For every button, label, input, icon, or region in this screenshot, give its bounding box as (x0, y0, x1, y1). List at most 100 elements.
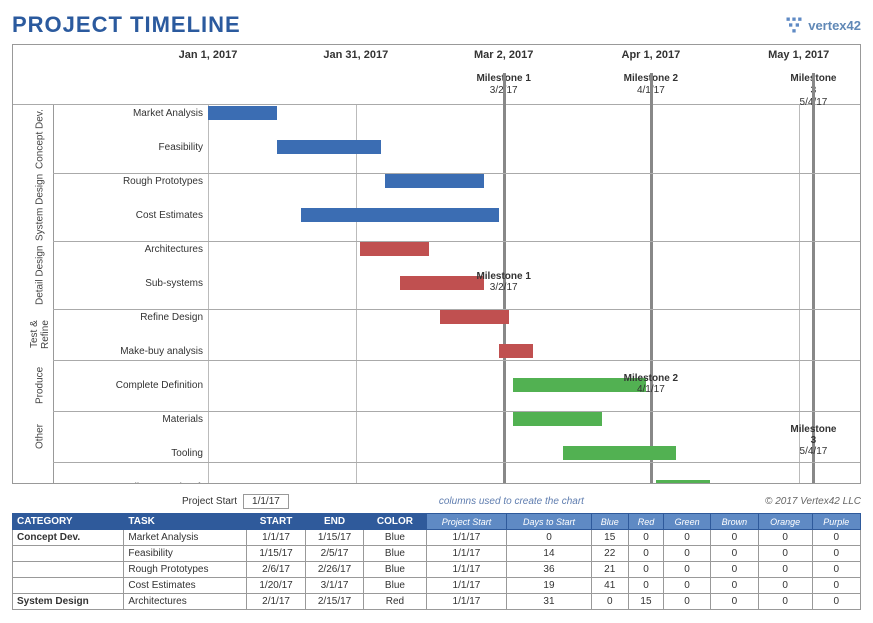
table-cell[interactable]: 0 (711, 594, 759, 610)
table-cell[interactable]: 31 (507, 594, 591, 610)
gantt-row: Complete Definition (13, 377, 860, 394)
section-divider (53, 462, 860, 463)
task-label: Cost Estimates (73, 207, 203, 224)
table-cell[interactable]: 0 (664, 562, 711, 578)
table-cell[interactable]: 1/1/17 (426, 530, 507, 546)
table-cell[interactable]: Red (364, 594, 426, 610)
table-cell[interactable]: Market Analysis (124, 530, 247, 546)
table-cell[interactable]: 0 (812, 546, 860, 562)
gantt-bar (499, 344, 534, 358)
copyright: © 2017 Vertex42 LLC (765, 496, 861, 507)
table-cell[interactable]: 0 (507, 530, 591, 546)
col-header-lite: Project Start (426, 514, 507, 530)
table-cell[interactable]: 1/15/17 (305, 530, 363, 546)
task-label: Market Analysis (73, 105, 203, 122)
axis-tick-label: Mar 2, 2017 (474, 49, 533, 61)
table-cell[interactable]: 14 (507, 546, 591, 562)
table-cell[interactable]: 2/26/17 (305, 562, 363, 578)
category-label: Detail Design (15, 241, 65, 309)
table-cell[interactable]: 0 (664, 530, 711, 546)
table-cell[interactable]: 1/1/17 (247, 530, 305, 546)
table-cell[interactable]: 19 (507, 578, 591, 594)
col-header: COLOR (364, 514, 426, 530)
table-cell[interactable]: 36 (507, 562, 591, 578)
section-divider (53, 173, 860, 174)
table-cell[interactable]: 0 (628, 530, 663, 546)
table-cell[interactable]: 2/6/17 (247, 562, 305, 578)
table-cell[interactable]: 15 (591, 530, 628, 546)
table-cell[interactable]: 15 (628, 594, 663, 610)
gantt-bar (385, 174, 484, 188)
table-cell[interactable]: 0 (711, 578, 759, 594)
task-label: Feasibility (73, 139, 203, 156)
vertex-icon (784, 15, 804, 35)
table-cell[interactable]: 1/1/17 (426, 578, 507, 594)
axis-tick-label: Jan 31, 2017 (323, 49, 388, 61)
table-cell[interactable]: 0 (812, 578, 860, 594)
table-cell[interactable]: 2/5/17 (305, 546, 363, 562)
gantt-row: Sub-systems (13, 275, 860, 292)
table-cell[interactable]: Concept Dev. (13, 530, 124, 546)
col-header: END (305, 514, 363, 530)
table-cell[interactable]: 0 (812, 594, 860, 610)
project-start-value[interactable]: 1/1/17 (243, 494, 289, 509)
table-cell[interactable]: 0 (758, 594, 812, 610)
table-cell[interactable]: 22 (591, 546, 628, 562)
gantt-row: Cost Estimates (13, 207, 860, 224)
table-cell[interactable]: 1/1/17 (426, 546, 507, 562)
gantt-row: Refine Design (13, 309, 860, 326)
table-cell[interactable]: 1/15/17 (247, 546, 305, 562)
table-cell[interactable]: 0 (628, 562, 663, 578)
task-label: Materials (73, 411, 203, 428)
table-cell[interactable]: 0 (711, 562, 759, 578)
project-start-label: Project Start (182, 496, 237, 507)
table-cell[interactable]: 2/1/17 (247, 594, 305, 610)
table-cell[interactable]: 0 (711, 546, 759, 562)
table-cell[interactable] (13, 546, 124, 562)
table-cell[interactable]: System Design (13, 594, 124, 610)
gantt-bar (563, 446, 676, 460)
table-cell[interactable]: 1/1/17 (426, 562, 507, 578)
table-cell[interactable]: 0 (628, 546, 663, 562)
table-cell[interactable]: Blue (364, 578, 426, 594)
table-cell[interactable]: 0 (664, 578, 711, 594)
table-cell[interactable]: 0 (664, 594, 711, 610)
section-divider (53, 241, 860, 242)
table-cell[interactable]: 0 (758, 578, 812, 594)
gantt-bar (208, 106, 277, 120)
table-cell[interactable]: Blue (364, 530, 426, 546)
table-cell[interactable]: 1/20/17 (247, 578, 305, 594)
table-cell[interactable]: Blue (364, 562, 426, 578)
table-row: Concept Dev.Market Analysis1/1/171/15/17… (13, 530, 861, 546)
table-cell[interactable]: 0 (758, 562, 812, 578)
table-cell[interactable] (13, 578, 124, 594)
col-header-lite: Blue (591, 514, 628, 530)
table-cell[interactable]: 2/15/17 (305, 594, 363, 610)
table-cell[interactable]: Feasibility (124, 546, 247, 562)
table-cell[interactable]: 0 (628, 578, 663, 594)
col-header-lite: Days to Start (507, 514, 591, 530)
table-cell[interactable]: 0 (711, 530, 759, 546)
table-cell[interactable]: 21 (591, 562, 628, 578)
table-cell[interactable]: 0 (812, 562, 860, 578)
table-cell[interactable]: 1/1/17 (426, 594, 507, 610)
milestone-note: Milestone 13/2/17 (476, 271, 530, 293)
table-cell[interactable]: 0 (664, 546, 711, 562)
table-cell[interactable]: 3/1/17 (305, 578, 363, 594)
table-cell[interactable]: Architectures (124, 594, 247, 610)
table-cell[interactable]: 41 (591, 578, 628, 594)
table-cell[interactable]: 0 (812, 530, 860, 546)
gantt-row: Quality Control Def. (13, 479, 860, 484)
table-cell[interactable] (13, 562, 124, 578)
table-row: Cost Estimates1/20/173/1/17Blue1/1/17194… (13, 578, 861, 594)
table-cell[interactable]: Cost Estimates (124, 578, 247, 594)
meta-row: Project Start 1/1/17 columns used to cre… (12, 494, 861, 509)
columns-hint: columns used to create the chart (439, 496, 584, 507)
table-cell[interactable]: Blue (364, 546, 426, 562)
col-header-lite: Red (628, 514, 663, 530)
table-cell[interactable]: 0 (758, 530, 812, 546)
table-cell[interactable]: 0 (591, 594, 628, 610)
table-cell[interactable]: 0 (758, 546, 812, 562)
table-cell[interactable]: Rough Prototypes (124, 562, 247, 578)
milestone-note: Milestone 35/4/17 (790, 424, 837, 457)
